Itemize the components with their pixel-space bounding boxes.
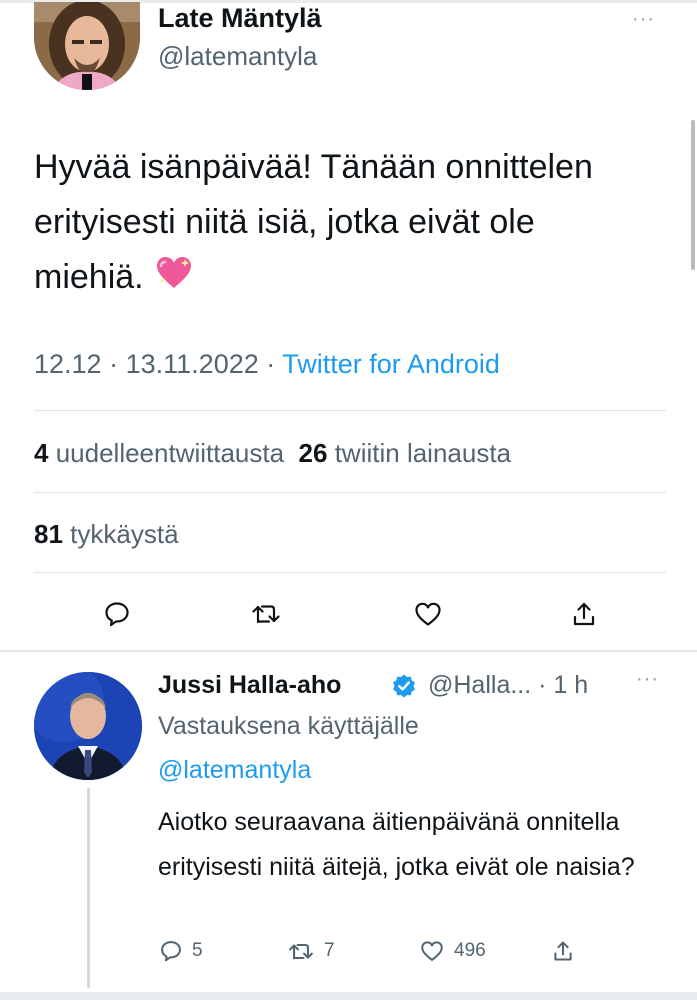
likes-count: 81: [34, 519, 63, 549]
quotes-count: 26: [298, 438, 328, 468]
author-name[interactable]: Late Mäntylä: [158, 2, 322, 34]
reply-author-handle: @Halla... · 1 h: [428, 668, 588, 702]
avatar-portrait-icon: [34, 672, 142, 780]
engagement-stats: 4 uudelleentwiittausta 26 twiitin lainau…: [34, 436, 511, 470]
reply-likes-count: 496: [454, 940, 486, 961]
tweet-text: Hyvää isänpäivää! Tänään onnittelen erit…: [34, 140, 634, 307]
reply-button[interactable]: [97, 596, 137, 632]
retweets-stat[interactable]: 4 uudelleentwiittausta: [34, 438, 284, 468]
divider: [34, 492, 666, 493]
share-icon: [573, 602, 595, 626]
tweet-time[interactable]: 12.12: [34, 349, 102, 379]
retweets-label: uudelleentwiittausta: [55, 438, 285, 468]
heart-icon: [421, 941, 443, 961]
retweet-icon: [252, 605, 280, 624]
reply-like-button[interactable]: 496: [420, 940, 486, 962]
tweet-meta: 12.12 · 13.11.2022 · Twitter for Android: [34, 346, 500, 382]
likes-label: tykkäystä: [70, 519, 179, 549]
reply-to-label: Vastauksena käyttäjälle: [158, 712, 419, 740]
tweet-body: Hyvää isänpäivää! Tänään onnittelen erit…: [34, 148, 593, 296]
heart-icon: [415, 602, 441, 626]
avatar[interactable]: [34, 672, 142, 780]
reply-text: Aiotko seuraavana äitienpäivänä onnitell…: [158, 808, 635, 881]
retweets-count: 4: [34, 438, 49, 468]
share-icon: [554, 941, 572, 961]
quotes-stat[interactable]: 26 twiitin lainausta: [299, 438, 511, 468]
sparkling-heart-icon: [156, 252, 192, 307]
more-options-icon[interactable]: ···: [632, 8, 655, 31]
thread-line: [87, 788, 90, 988]
divider: [34, 410, 666, 411]
verified-badge-icon: [391, 673, 417, 704]
likes-stat[interactable]: 81 tykkäystä: [34, 517, 179, 551]
avatar[interactable]: [34, 2, 140, 90]
reply-time[interactable]: · 1 h: [538, 671, 588, 699]
bottom-border: [0, 992, 697, 1000]
reply-icon: [161, 941, 181, 962]
meta-separator: ·: [109, 349, 119, 379]
reply-icon: [105, 602, 129, 627]
retweet-button[interactable]: [246, 596, 286, 632]
reply-handle[interactable]: @Halla...: [428, 671, 531, 699]
reply-to-handle[interactable]: @latemantyla: [158, 753, 311, 787]
like-button[interactable]: [408, 596, 448, 632]
meta-separator: ·: [266, 349, 276, 379]
reply-replies-count: 5: [192, 940, 203, 961]
retweet-icon: [289, 943, 313, 959]
tweet-date[interactable]: 13.11.2022: [126, 349, 259, 379]
share-button[interactable]: [564, 596, 604, 632]
divider: [34, 572, 666, 573]
reply-author-name[interactable]: Jussi Halla-aho: [158, 668, 341, 702]
reply-retweet-button[interactable]: 7: [288, 940, 335, 962]
more-options-icon[interactable]: ···: [636, 668, 659, 691]
reply-retweets-count: 7: [324, 940, 335, 961]
quotes-label: twiitin lainausta: [334, 438, 512, 468]
scrollbar[interactable]: [691, 120, 695, 270]
avatar-portrait-icon: [34, 2, 140, 90]
reply-share-button[interactable]: [552, 940, 584, 962]
tweet-source[interactable]: Twitter for Android: [282, 349, 500, 379]
reply-reply-button[interactable]: 5: [160, 940, 203, 962]
author-handle[interactable]: @latemantyla: [158, 40, 317, 72]
section-separator: [0, 650, 697, 652]
